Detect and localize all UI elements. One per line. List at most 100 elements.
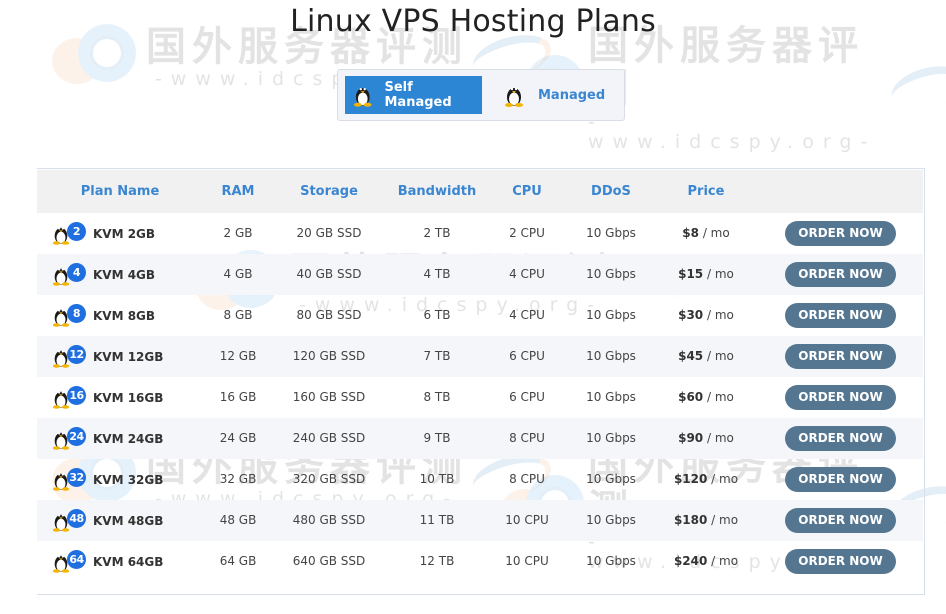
column-header-price: Price <box>687 184 725 199</box>
order-now-button[interactable]: ORDER NOW <box>785 385 896 410</box>
ram-badge: 2 <box>67 222 86 241</box>
tab-self-managed[interactable]: Self Managed <box>345 76 482 114</box>
plan-name: KVM 2GB <box>93 226 156 241</box>
column-header-ddos: DDoS <box>591 184 631 199</box>
tab-label: Self Managed <box>384 80 452 110</box>
column-header-ram: RAM <box>221 184 255 199</box>
order-now-button[interactable]: ORDER NOW <box>785 262 896 287</box>
order-now-button[interactable]: ORDER NOW <box>785 426 896 451</box>
price-suffix: / mo <box>707 308 734 322</box>
ddos-cell: 10 Gbps <box>586 390 636 404</box>
ddos-cell: 10 Gbps <box>586 554 636 568</box>
cpu-cell: 8 CPU <box>509 431 545 445</box>
price-suffix: / mo <box>711 513 739 527</box>
price-suffix: / mo <box>711 472 739 486</box>
table-header: Plan Name RAM Storage Bandwidth CPU DDoS… <box>37 170 923 213</box>
price-cell: $120 / mo <box>666 459 746 500</box>
price-suffix: / mo <box>707 267 734 281</box>
bandwidth-cell: 10 TB <box>419 472 455 486</box>
storage-cell: 320 GB SSD <box>292 472 366 486</box>
order-now-button[interactable]: ORDER NOW <box>785 549 896 574</box>
ram-badge: 12 <box>67 345 86 364</box>
ram-cell: 8 GB <box>223 308 253 322</box>
order-now-button[interactable]: ORDER NOW <box>785 303 896 328</box>
ddos-cell: 10 Gbps <box>586 267 636 281</box>
table-row: 64 KVM 64GB 64 GB 640 GB SSD 12 TB 10 CP… <box>37 541 923 582</box>
table-row: 32 KVM 32GB 32 GB 320 GB SSD 10 TB 8 CPU… <box>37 459 923 500</box>
linux-tux-icon <box>505 87 523 107</box>
price-amount: $15 <box>678 267 704 281</box>
plan-name: KVM 16GB <box>93 390 164 405</box>
cpu-cell: 4 CPU <box>509 267 545 281</box>
plan-name-cell: 16 KVM 16GB <box>52 377 163 418</box>
order-now-button[interactable]: ORDER NOW <box>785 508 896 533</box>
plan-name: KVM 48GB <box>93 513 164 528</box>
price-cell: $180 / mo <box>666 500 746 541</box>
plan-name-cell: 48 KVM 48GB <box>52 500 163 541</box>
storage-cell: 20 GB SSD <box>296 226 362 240</box>
linux-tux-icon <box>353 87 372 107</box>
plan-name: KVM 4GB <box>93 267 156 282</box>
ram-badge: 48 <box>67 509 86 528</box>
ram-cell: 24 GB <box>219 431 257 445</box>
watermark-swoosh-icon <box>887 59 946 117</box>
plan-name: KVM 8GB <box>93 308 156 323</box>
ram-badge: 24 <box>67 427 86 446</box>
ddos-cell: 10 Gbps <box>586 349 636 363</box>
plan-name-cell: 12 KVM 12GB <box>52 336 163 377</box>
plan-name: KVM 24GB <box>93 431 164 446</box>
ram-badge: 16 <box>67 386 86 405</box>
ram-badge: 4 <box>67 263 86 282</box>
bandwidth-cell: 8 TB <box>423 390 451 404</box>
order-now-button[interactable]: ORDER NOW <box>785 344 896 369</box>
ram-cell: 16 GB <box>219 390 257 404</box>
price-suffix: / mo <box>707 390 734 404</box>
table-row: 12 KVM 12GB 12 GB 120 GB SSD 7 TB 6 CPU … <box>37 336 923 377</box>
column-header-cpu: CPU <box>512 184 542 199</box>
price-cell: $45 / mo <box>666 336 746 377</box>
column-header-bandwidth: Bandwidth <box>397 184 477 199</box>
page-title: Linux VPS Hosting Plans <box>290 4 656 39</box>
price-cell: $15 / mo <box>666 254 746 295</box>
ddos-cell: 10 Gbps <box>586 431 636 445</box>
ram-cell: 2 GB <box>223 226 253 240</box>
plan-name-cell: 4 KVM 4GB <box>52 254 155 295</box>
price-amount: $60 <box>678 390 704 404</box>
plan-name: KVM 12GB <box>93 349 164 364</box>
plan-name-cell: 2 KVM 2GB <box>52 213 155 254</box>
price-amount: $180 <box>673 513 708 527</box>
price-amount: $8 <box>682 226 699 240</box>
tab-managed[interactable]: Managed <box>498 76 618 114</box>
ram-badge: 8 <box>67 304 86 323</box>
watermark-url: -www.idcspy.org- <box>587 111 877 153</box>
ram-badge: 64 <box>67 550 86 569</box>
price-suffix: / mo <box>711 554 739 568</box>
price-suffix: / mo <box>702 226 730 240</box>
price-amount: $240 <box>673 554 708 568</box>
plan-name-cell: 64 KVM 64GB <box>52 541 163 582</box>
plan-name-cell: 24 KVM 24GB <box>52 418 163 459</box>
cpu-cell: 6 CPU <box>509 349 545 363</box>
ddos-cell: 10 Gbps <box>586 472 636 486</box>
plan-name-cell: 32 KVM 32GB <box>52 459 163 500</box>
order-now-button[interactable]: ORDER NOW <box>785 221 896 246</box>
price-cell: $60 / mo <box>666 377 746 418</box>
bandwidth-cell: 7 TB <box>423 349 451 363</box>
storage-cell: 120 GB SSD <box>292 349 366 363</box>
bandwidth-cell: 2 TB <box>423 226 451 240</box>
price-amount: $45 <box>678 349 704 363</box>
plans-table: Plan Name RAM Storage Bandwidth CPU DDoS… <box>37 168 925 595</box>
cpu-cell: 8 CPU <box>509 472 545 486</box>
storage-cell: 80 GB SSD <box>296 308 362 322</box>
bandwidth-cell: 4 TB <box>423 267 451 281</box>
price-cell: $8 / mo <box>666 213 746 254</box>
order-now-button[interactable]: ORDER NOW <box>785 467 896 492</box>
table-row: 4 KVM 4GB 4 GB 40 GB SSD 4 TB 4 CPU 10 G… <box>37 254 923 295</box>
ram-cell: 32 GB <box>219 472 257 486</box>
plan-name: KVM 32GB <box>93 472 164 487</box>
bandwidth-cell: 6 TB <box>423 308 451 322</box>
plan-name-cell: 8 KVM 8GB <box>52 295 155 336</box>
management-type-tabs: Self Managed Managed <box>337 69 625 121</box>
ddos-cell: 10 Gbps <box>586 308 636 322</box>
cpu-cell: 4 CPU <box>509 308 545 322</box>
